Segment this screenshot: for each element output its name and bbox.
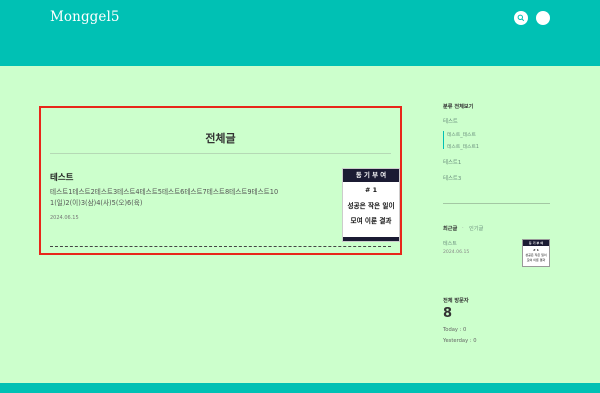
post-date: 2024.06.15 xyxy=(50,215,79,221)
recent-post-date: 2024.06.15 xyxy=(443,250,470,255)
search-button[interactable] xyxy=(514,11,528,25)
subcategory-item[interactable]: 테스트_테스트1 xyxy=(447,143,479,150)
tab-separator: · xyxy=(462,225,464,231)
site-logo[interactable]: Monggel5 xyxy=(50,9,120,25)
post-thumbnail[interactable]: 동 기 부 여 # 1 성공은 작은 일이 모여 이룬 결과 xyxy=(342,168,400,242)
thumbnail-header: 동 기 부 여 xyxy=(343,169,399,182)
thumbnail-number: # 1 xyxy=(533,248,539,252)
visitor-yesterday: Yesterday : 0 xyxy=(443,338,477,344)
visitor-today: Today : 0 xyxy=(443,327,467,333)
visitor-title: 전체 방문자 xyxy=(443,298,469,304)
thumbnail-number: # 1 xyxy=(364,186,378,194)
search-icon xyxy=(517,14,525,22)
post-list-panel: 전체글 테스트 테스트1테스트2테스트3테스트4테스트5테스트6테스트7테스트8… xyxy=(39,106,402,255)
tab-recent[interactable]: 최근글 xyxy=(443,225,457,232)
category-item[interactable]: 테스트3 xyxy=(443,174,461,182)
thumbnail-line-2: 모여 이룬 결과 xyxy=(350,217,392,225)
menu-button[interactable] xyxy=(536,11,550,25)
post-title[interactable]: 테스트 xyxy=(50,171,73,183)
page-title: 전체글 xyxy=(205,132,236,145)
site-header: Monggel5 xyxy=(0,0,600,66)
recent-post-thumbnail[interactable]: 동 기 부 여 # 1 성공은 작은 일이 모여 이룬 결과 xyxy=(522,239,550,267)
category-title[interactable]: 분류 전체보기 xyxy=(443,103,473,110)
subcategory-item[interactable]: 테스트_테스트 xyxy=(447,131,476,138)
category-item[interactable]: 테스트 xyxy=(443,117,458,125)
title-divider xyxy=(50,153,391,154)
tab-popular[interactable]: 인기글 xyxy=(469,225,483,232)
visitor-total: 8 xyxy=(443,306,453,321)
thumbnail-line-2: 모여 이룬 결과 xyxy=(526,258,546,262)
thumbnail-line-1: 성공은 작은 일이 xyxy=(347,202,395,210)
sidebar-divider xyxy=(443,203,550,204)
category-item[interactable]: 테스트1 xyxy=(443,158,461,166)
thumbnail-line-1: 성공은 작은 일이 xyxy=(525,253,547,257)
recent-post-title[interactable]: 테스트 xyxy=(443,240,457,247)
site-footer xyxy=(0,383,600,393)
thumbnail-header: 동 기 부 여 xyxy=(523,240,549,246)
post-divider xyxy=(50,246,391,247)
subcategory-indicator xyxy=(443,131,444,149)
thumbnail-footer-bar xyxy=(343,237,399,241)
post-excerpt[interactable]: 테스트1테스트2테스트3테스트4테스트5테스트6테스트7테스트8테스트9테스트1… xyxy=(50,187,320,208)
